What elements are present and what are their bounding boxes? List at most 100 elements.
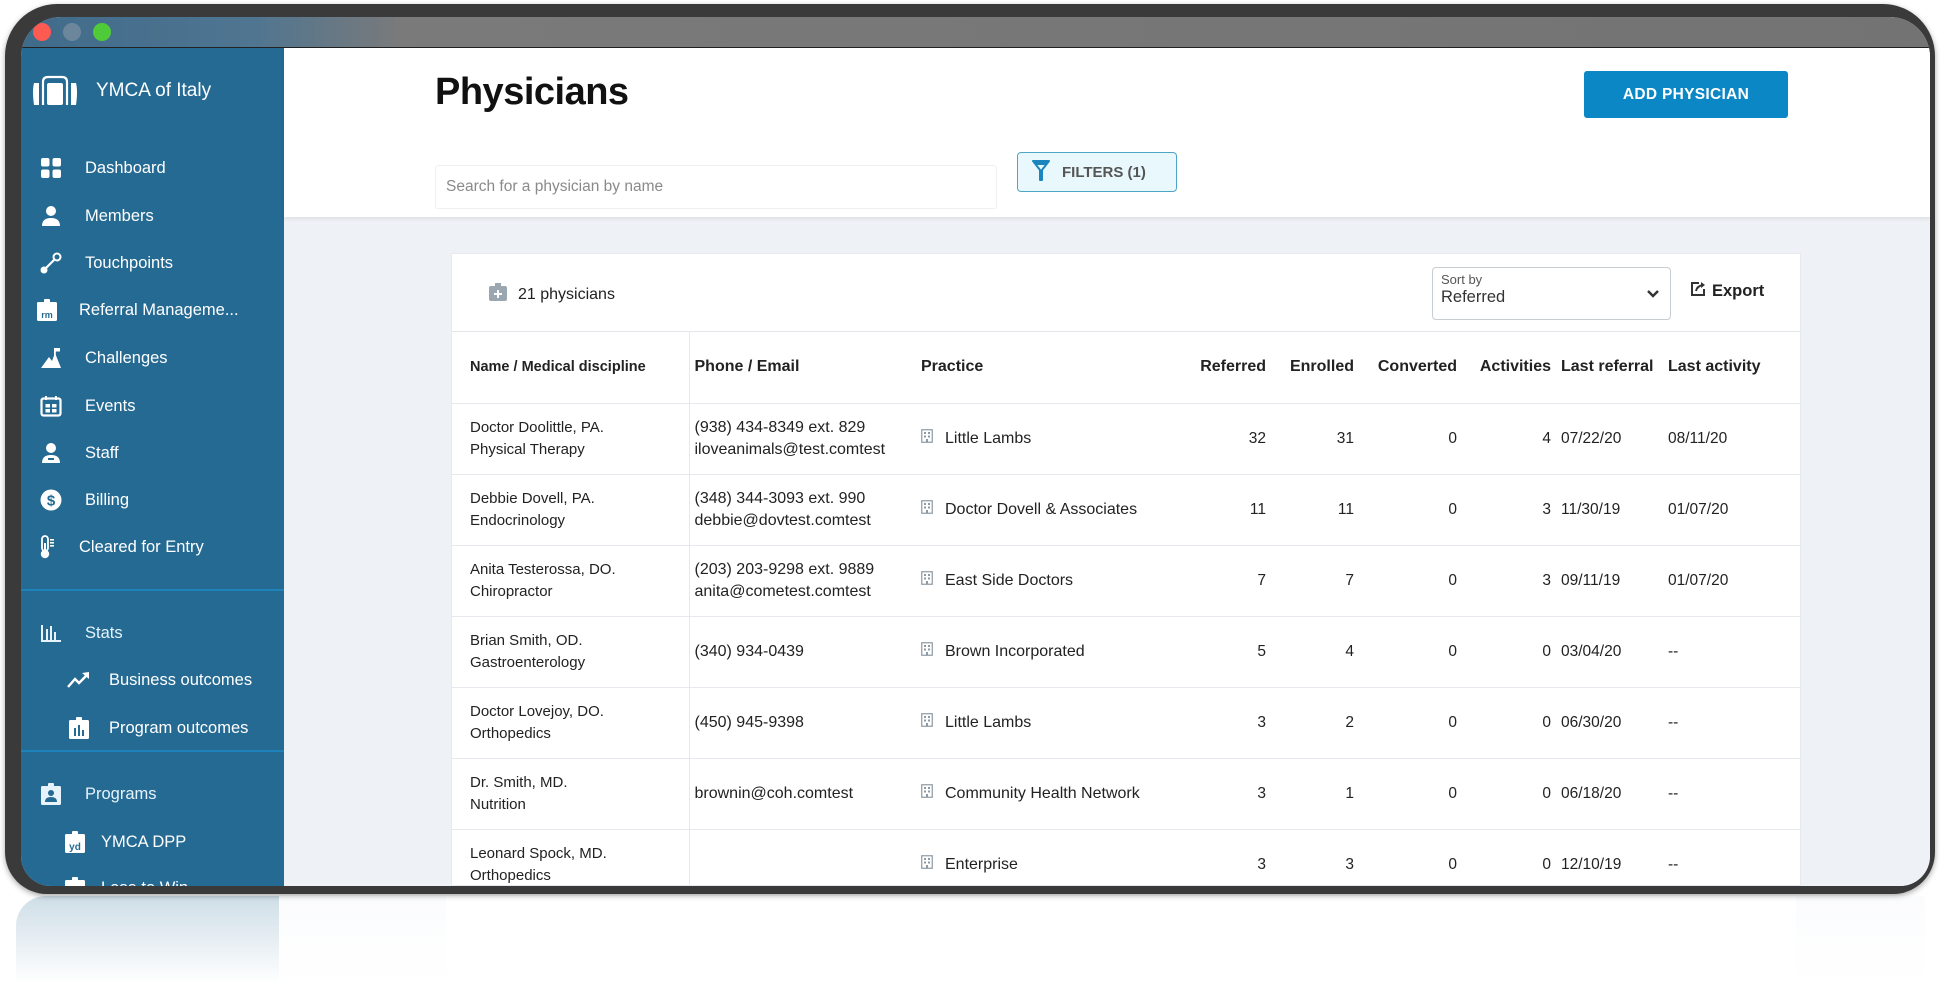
sort-by-dropdown[interactable]: Sort by Referred bbox=[1432, 267, 1671, 320]
physician-name[interactable]: Debbie Dovell, PA. bbox=[470, 488, 689, 510]
physician-name[interactable]: Leonard Spock, MD. bbox=[470, 843, 689, 865]
physician-search-input[interactable] bbox=[435, 165, 997, 209]
dashboard-grid-icon bbox=[39, 156, 63, 180]
sort-by-label: Sort by bbox=[1441, 272, 1483, 287]
sidebar-item-ymca-dpp[interactable]: yd YMCA DPP bbox=[21, 822, 284, 862]
referral-management-rm-icon: rm bbox=[35, 298, 59, 322]
cell-referred: 7 bbox=[1175, 545, 1266, 617]
column-header-referred[interactable]: Referred bbox=[1175, 332, 1266, 404]
sidebar-section-programs[interactable]: Programs bbox=[21, 774, 284, 814]
cell-last-activity: 01/07/20 bbox=[1668, 474, 1801, 546]
cell-converted: 0 bbox=[1354, 758, 1457, 830]
table-row[interactable]: Doctor Doolittle, PA. Physical Therapy (93… bbox=[452, 403, 1801, 475]
cell-activities: 0 bbox=[1457, 829, 1551, 886]
add-physician-button[interactable]: ADD PHYSICIAN bbox=[1584, 71, 1788, 118]
cell-last-activity: -- bbox=[1668, 687, 1801, 759]
sidebar-divider bbox=[21, 750, 284, 752]
sidebar-item-touchpoints[interactable]: Touchpoints bbox=[21, 243, 284, 283]
cell-referred: 3 bbox=[1175, 758, 1266, 830]
column-header-practice[interactable]: Practice bbox=[920, 332, 1175, 404]
physician-name[interactable]: Brian Smith, OD. bbox=[470, 630, 689, 652]
sidebar-item-label: Billing bbox=[85, 490, 130, 509]
physician-phone: (450) 945-9398 bbox=[694, 713, 804, 731]
practice-name: Community Health Network bbox=[945, 784, 1140, 802]
physician-name[interactable]: Doctor Doolittle, PA. bbox=[470, 417, 689, 439]
sidebar-item-label: Events bbox=[85, 396, 136, 415]
cell-referred: 3 bbox=[1175, 829, 1266, 886]
cell-last-activity: -- bbox=[1668, 829, 1801, 886]
sidebar-item-events[interactable]: Events bbox=[21, 386, 284, 426]
cell-contact: (450) 945-9398 bbox=[689, 687, 920, 759]
column-header-enrolled[interactable]: Enrolled bbox=[1266, 332, 1354, 404]
page-title: Physicians bbox=[435, 71, 629, 113]
sidebar-item-label: Program outcomes bbox=[109, 718, 249, 737]
cell-practice: Community Health Network bbox=[920, 758, 1175, 830]
sidebar-item-lose-to-win[interactable]: lt Lose to Win bbox=[21, 868, 284, 886]
cell-last-referral: 06/18/20 bbox=[1551, 758, 1668, 830]
sidebar-item-staff[interactable]: Staff bbox=[21, 433, 284, 473]
sidebar-item-program-outcomes[interactable]: Program outcomes bbox=[21, 708, 284, 748]
physician-phone: (203) 203-9298 ext. 9889 bbox=[694, 560, 875, 578]
physician-name[interactable]: Doctor Lovejoy, DO. bbox=[470, 701, 689, 723]
trend-up-icon bbox=[67, 668, 91, 692]
physician-name[interactable]: Anita Testerossa, DO. bbox=[470, 559, 689, 581]
brand[interactable]: YMCA of Italy bbox=[32, 73, 211, 109]
sidebar-item-challenges[interactable]: Challenges bbox=[21, 338, 284, 378]
physician-email[interactable]: debbie@dovtest.comtest bbox=[695, 510, 921, 532]
sidebar-item-dashboard[interactable]: Dashboard bbox=[21, 148, 284, 188]
column-header-converted[interactable]: Converted bbox=[1354, 332, 1457, 404]
physician-name[interactable]: Dr. Smith, MD. bbox=[470, 772, 689, 794]
cell-last-activity: 08/11/20 bbox=[1668, 403, 1801, 475]
brand-name: YMCA of Italy bbox=[96, 80, 212, 101]
cell-contact: (203) 203-9298 ext. 9889 anita@cometest.c… bbox=[689, 545, 921, 617]
minimize-window-button[interactable] bbox=[63, 23, 81, 41]
cell-contact: (340) 934-0439 bbox=[689, 616, 920, 688]
practice-name: East Side Doctors bbox=[945, 571, 1074, 589]
window-frame: YMCA of Italy Dashboard Members Touchpoi… bbox=[5, 4, 1935, 894]
sidebar-item-label: Stats bbox=[85, 623, 123, 642]
column-header-last-activity[interactable]: Last activity bbox=[1668, 332, 1801, 404]
table-header-row: Name / Medical discipline Phone / Email … bbox=[452, 332, 1801, 404]
cell-converted: 0 bbox=[1354, 829, 1457, 886]
sidebar-item-cleared-for-entry[interactable]: Cleared for Entry bbox=[21, 527, 284, 567]
close-window-button[interactable] bbox=[33, 23, 51, 41]
cell-converted: 0 bbox=[1354, 474, 1457, 546]
sidebar-item-referral-management[interactable]: rm Referral Manageme... bbox=[21, 290, 284, 330]
sidebar-item-members[interactable]: Members bbox=[21, 196, 284, 236]
physician-email[interactable]: brownin@coh.comtest bbox=[695, 783, 921, 805]
cell-activities: 4 bbox=[1457, 403, 1551, 475]
building-icon bbox=[921, 571, 933, 590]
table-row[interactable]: Doctor Lovejoy, DO. Orthopedics (450) 945-… bbox=[452, 687, 1801, 759]
building-icon bbox=[921, 429, 933, 448]
column-header-last-referral[interactable]: Last referral bbox=[1551, 332, 1668, 404]
cell-referred: 3 bbox=[1175, 687, 1266, 759]
building-icon bbox=[921, 855, 933, 874]
table-row[interactable]: Leonard Spock, MD. Orthopedics Enterprise 3… bbox=[452, 829, 1801, 886]
column-header-activities[interactable]: Activities bbox=[1457, 332, 1551, 404]
sidebar-item-label: Business outcomes bbox=[109, 670, 253, 689]
app-window: YMCA of Italy Dashboard Members Touchpoi… bbox=[21, 17, 1930, 886]
physicians-table: Name / Medical discipline Phone / Email … bbox=[452, 332, 1801, 886]
physician-email[interactable]: iloveanimals@test.comtest bbox=[695, 439, 921, 461]
physician-email[interactable]: anita@cometest.comtest bbox=[695, 581, 921, 603]
cell-practice: East Side Doctors bbox=[920, 545, 1175, 617]
column-header-name[interactable]: Name / Medical discipline bbox=[452, 332, 690, 404]
filters-button[interactable]: FILTERS (1) bbox=[1017, 152, 1177, 192]
table-row[interactable]: Brian Smith, OD. Gastroenterology (340) 93… bbox=[452, 616, 1801, 688]
table-row[interactable]: Dr. Smith, MD. Nutrition brownin@coh.comte… bbox=[452, 758, 1801, 830]
table-row[interactable]: Debbie Dovell, PA. Endocrinology (348) 344… bbox=[452, 474, 1801, 546]
cell-referred: 5 bbox=[1175, 616, 1266, 688]
cell-contact: (938) 434-8349 ext. 829 iloveanimals@test… bbox=[689, 403, 921, 475]
export-button[interactable]: Export bbox=[1690, 281, 1764, 302]
cell-practice: Little Lambs bbox=[920, 687, 1175, 759]
column-header-contact[interactable]: Phone / Email bbox=[689, 332, 920, 404]
building-icon bbox=[921, 642, 933, 661]
sidebar-section-stats[interactable]: Stats bbox=[21, 613, 284, 653]
sidebar-item-label: Challenges bbox=[85, 348, 168, 367]
zoom-window-button[interactable] bbox=[93, 23, 111, 41]
window-reflection bbox=[16, 896, 1925, 984]
sidebar-item-business-outcomes[interactable]: Business outcomes bbox=[21, 660, 284, 700]
table-row[interactable]: Anita Testerossa, DO. Chiropractor (203) 2… bbox=[452, 545, 1801, 617]
cell-last-referral: 07/22/20 bbox=[1551, 403, 1668, 475]
sidebar-item-billing[interactable]: $ Billing bbox=[21, 480, 284, 520]
